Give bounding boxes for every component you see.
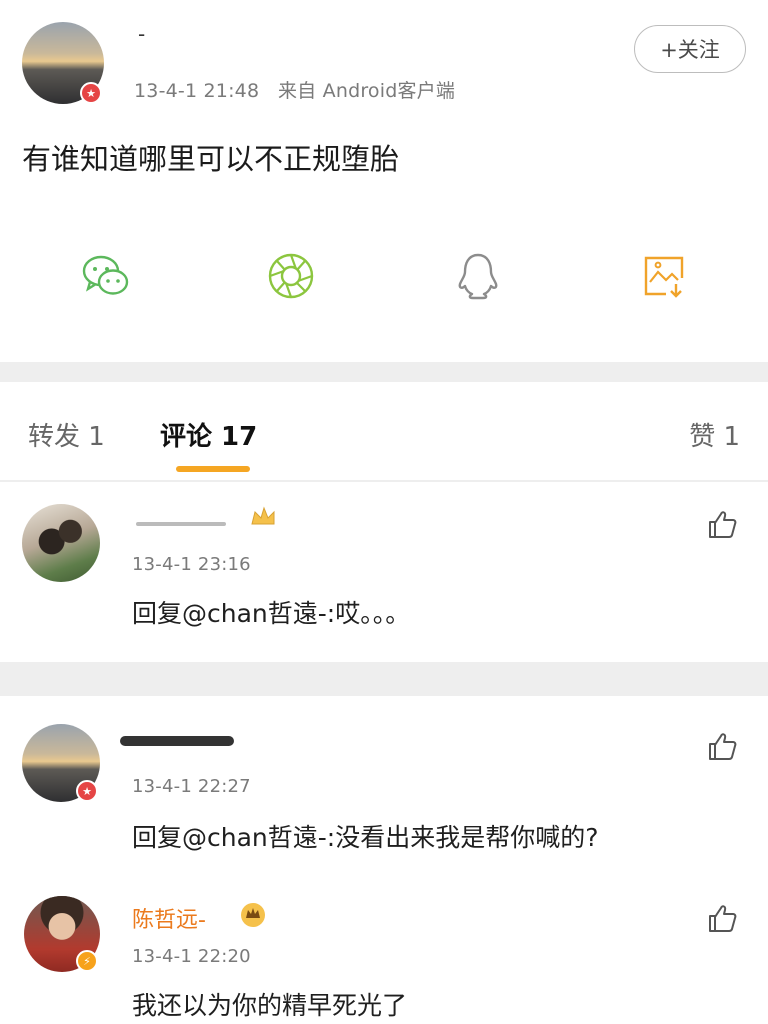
- qq-icon[interactable]: [450, 248, 506, 304]
- active-tab-indicator: [176, 466, 250, 472]
- author-name[interactable]: -: [138, 22, 145, 46]
- follow-button[interactable]: +关注: [634, 25, 746, 73]
- thumbs-up-icon[interactable]: [704, 900, 740, 936]
- comment-item: 13-4-1 23:16 回复@chan哲遠-:哎。。。: [0, 482, 768, 662]
- moments-icon[interactable]: [263, 248, 319, 304]
- comment-tabs: 转发 1 评论 17 赞 1: [0, 382, 768, 480]
- post-source: 来自 Android客户端: [277, 80, 456, 102]
- tab-likes[interactable]: 赞 1: [689, 416, 740, 453]
- comment-timestamp: 13-4-1 23:16: [132, 554, 251, 575]
- replier-name[interactable]: 陈哲远-: [132, 902, 206, 934]
- reply-text: 我还以为你的精早死光了: [132, 991, 408, 1020]
- thumbs-up-icon[interactable]: [704, 506, 740, 542]
- commenter-avatar[interactable]: [22, 504, 100, 582]
- tab-comments[interactable]: 评论 17: [160, 416, 257, 453]
- tab-repost[interactable]: 转发 1: [28, 416, 105, 453]
- wechat-icon[interactable]: [78, 248, 134, 304]
- commenter-name-redacted: [136, 522, 226, 526]
- vip-lightning-badge-icon: ⚡: [76, 950, 98, 972]
- vip-crown-icon: [241, 903, 265, 927]
- vip-crown-icon: [251, 506, 275, 525]
- save-image-icon[interactable]: [636, 248, 692, 304]
- post-text: 有谁知道哪里可以不正规堕胎: [22, 142, 400, 176]
- post-meta: 13-4-1 21:48 来自 Android客户端: [134, 76, 455, 103]
- comment-item: ★ 13-4-1 22:27 回复@chan哲遠-:没看出来我是帮你喊的? ⚡ …: [0, 696, 768, 1024]
- reply-timestamp: 13-4-1 22:20: [132, 946, 251, 967]
- comment-timestamp: 13-4-1 22:27: [132, 776, 251, 797]
- comment-text: 回复@chan哲遠-:哎。。。: [132, 599, 411, 628]
- comment-text: 回复@chan哲遠-:没看出来我是帮你喊的?: [132, 823, 599, 852]
- thumbs-up-icon[interactable]: [704, 728, 740, 764]
- share-bar: [0, 248, 768, 308]
- post-card: ★ - 13-4-1 21:48 来自 Android客户端 +关注 有谁知道哪…: [0, 0, 768, 362]
- post-timestamp: 13-4-1 21:48: [134, 80, 260, 102]
- verified-badge-icon: ★: [80, 82, 102, 104]
- verified-badge-icon: ★: [76, 780, 98, 802]
- commenter-name-redacted: [120, 736, 234, 746]
